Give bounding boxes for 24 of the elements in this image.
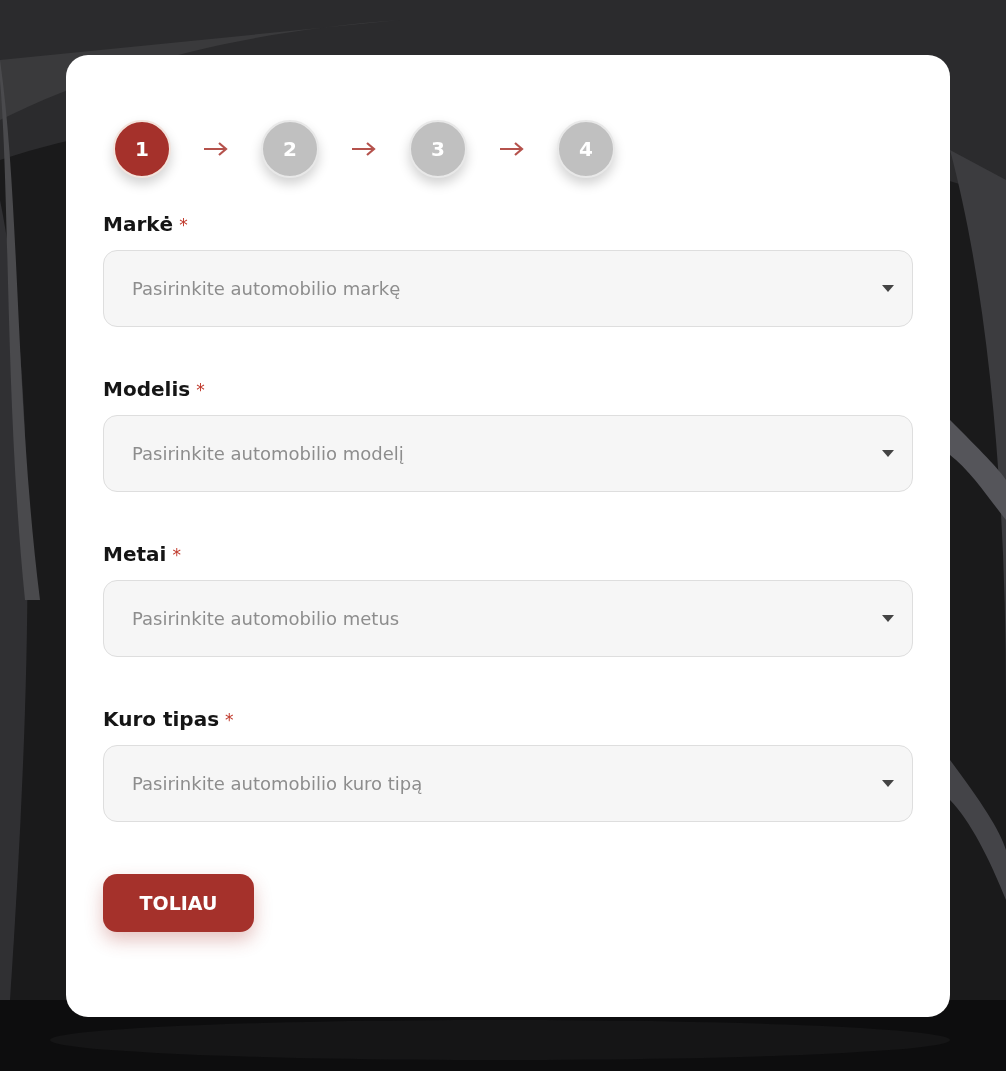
- required-mark: *: [196, 380, 205, 400]
- select-field[interactable]: Pasirinkite automobilio kuro tipą: [103, 745, 913, 822]
- select-field[interactable]: Pasirinkite automobilio metus: [103, 580, 913, 657]
- required-mark: *: [172, 545, 181, 565]
- caret-icon: [882, 450, 894, 457]
- select-field[interactable]: Pasirinkite automobilio modelį: [103, 415, 913, 492]
- step-indicator[interactable]: 4: [557, 120, 615, 178]
- caret-icon: [882, 285, 894, 292]
- select-field[interactable]: Pasirinkite automobilio markę: [103, 250, 913, 327]
- next-button[interactable]: TOLIAU: [103, 874, 254, 932]
- required-mark: *: [179, 215, 188, 235]
- field-label: Modelis: [103, 377, 191, 401]
- field-label: Metai: [103, 542, 167, 566]
- arrow-icon: [499, 141, 525, 157]
- required-mark: *: [225, 710, 234, 730]
- step-indicator[interactable]: 2: [261, 120, 319, 178]
- caret-icon: [882, 780, 894, 787]
- arrow-icon: [203, 141, 229, 157]
- step-indicator[interactable]: 1: [113, 120, 171, 178]
- step-indicator[interactable]: 3: [409, 120, 467, 178]
- arrow-icon: [351, 141, 377, 157]
- field-label: Markė: [103, 212, 174, 236]
- field-label: Kuro tipas: [103, 707, 220, 731]
- caret-icon: [882, 615, 894, 622]
